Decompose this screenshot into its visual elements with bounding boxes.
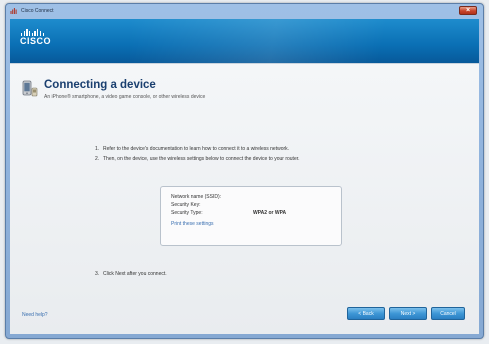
close-button[interactable]: × <box>459 6 477 15</box>
device-icon <box>22 80 38 98</box>
security-type-value: WPA2 or WPA <box>253 210 287 216</box>
window-title: Cisco Connect <box>21 8 54 14</box>
security-type-row: Security Type: WPA2 or WPA <box>171 209 331 217</box>
security-key-row: Security Key: <box>171 201 331 209</box>
button-bar: < Back Next > Cancel <box>347 307 465 320</box>
cisco-wordmark: CISCO <box>20 36 52 46</box>
next-button[interactable]: Next > <box>389 307 427 320</box>
security-type-label: Security Type: <box>171 210 203 216</box>
app-window: Cisco Connect × CISCO Connecting a devic… <box>5 3 484 339</box>
app-icon <box>10 7 18 15</box>
print-settings-link[interactable]: Print these settings <box>171 221 331 227</box>
security-key-label: Security Key: <box>171 202 201 208</box>
instruction-steps: 1. Refer to the device's documentation t… <box>95 146 300 166</box>
network-name-row: Network name (SSID): <box>171 193 331 201</box>
step-number: 1. <box>95 146 100 152</box>
cancel-button[interactable]: Cancel <box>431 307 465 320</box>
back-button[interactable]: < Back <box>347 307 385 320</box>
page-heading: Connecting a device An iPhone® smartphon… <box>22 79 205 100</box>
step-item: 1. Refer to the device's documentation t… <box>95 146 300 152</box>
step-item: 2. Then, on the device, use the wireless… <box>95 156 300 162</box>
network-name-label: Network name (SSID): <box>171 194 222 200</box>
main-content: Connecting a device An iPhone® smartphon… <box>10 63 479 334</box>
title-bar: Cisco Connect × <box>6 4 483 18</box>
need-help-link[interactable]: Need help? <box>22 312 48 318</box>
step-number: 3. <box>95 271 100 277</box>
page-subtitle: An iPhone® smartphone, a video game cons… <box>44 94 206 100</box>
step-text: Then, on the device, use the wireless se… <box>103 156 300 162</box>
cisco-logo: CISCO <box>20 29 51 46</box>
cisco-bars-icon <box>21 29 51 36</box>
step-number: 2. <box>95 156 100 162</box>
page-title: Connecting a device <box>44 79 156 91</box>
wireless-settings-box: Network name (SSID): Security Key: Secur… <box>160 186 342 246</box>
header-banner: CISCO <box>10 19 479 63</box>
step-text: Refer to the device's documentation to l… <box>103 146 290 152</box>
step-item: 3. Click Next after you connect. <box>95 271 167 277</box>
step-text: Click Next after you connect. <box>103 271 167 277</box>
